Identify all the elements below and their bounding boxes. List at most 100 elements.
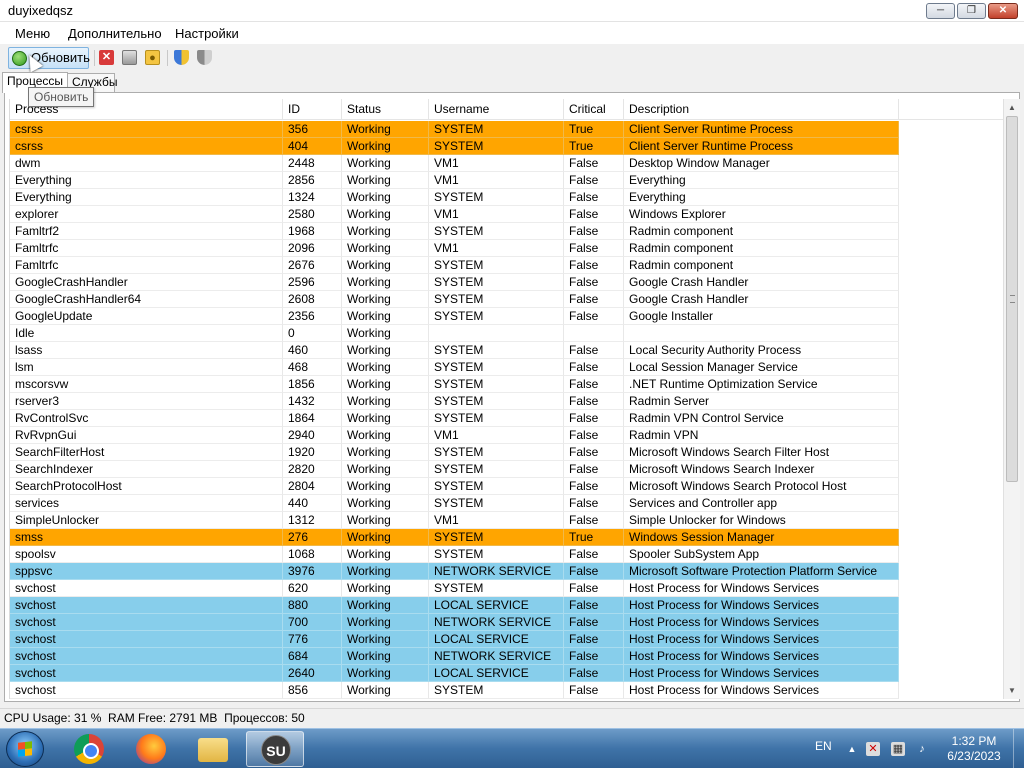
table-row[interactable]: SearchProtocolHost 2804 Working SYSTEM False… <box>10 478 1003 495</box>
table-row[interactable]: Everything 1324 Working SYSTEM False Everythi… <box>10 189 1003 206</box>
cell-username: SYSTEM <box>429 189 564 206</box>
close-icon: ✕ <box>998 5 1008 16</box>
table-row[interactable]: svchost 2640 Working LOCAL SERVICE False Host… <box>10 665 1003 682</box>
table-row[interactable]: sppsvc 3976 Working NETWORK SERVICE False Mic… <box>10 563 1003 580</box>
cell-id: 2096 <box>283 240 342 257</box>
table-row[interactable]: spoolsv 1068 Working SYSTEM False Spooler Sub… <box>10 546 1003 563</box>
table-row[interactable]: svchost 684 Working NETWORK SERVICE False Hos… <box>10 648 1003 665</box>
scroll-up-arrow-icon[interactable]: ▲ <box>1004 99 1020 116</box>
show-desktop-button[interactable] <box>1013 729 1024 768</box>
cell-id: 276 <box>283 529 342 546</box>
volume-muted-icon[interactable]: ♪ <box>915 742 929 756</box>
cell-username: SYSTEM <box>429 257 564 274</box>
clock[interactable]: 1:32 PM 6/23/2023 <box>938 734 1010 764</box>
start-button[interactable] <box>6 731 44 767</box>
table-row[interactable]: GoogleCrashHandler 2596 Working SYSTEM False… <box>10 274 1003 291</box>
table-row[interactable]: SimpleUnlocker 1312 Working VM1 False Simple … <box>10 512 1003 529</box>
refresh-tooltip: Обновить <box>28 87 95 107</box>
table-row[interactable]: lsass 460 Working SYSTEM False Local Security… <box>10 342 1003 359</box>
table-row[interactable]: Famltrfc 2676 Working SYSTEM False Radmin com… <box>10 257 1003 274</box>
cell-status: Working <box>342 342 429 359</box>
table-row[interactable]: mscorsvw 1856 Working SYSTEM False .NET Runti… <box>10 376 1003 393</box>
kill-process-icon[interactable]: ✕ <box>99 50 114 65</box>
cell-username: SYSTEM <box>429 461 564 478</box>
table-row[interactable]: SearchIndexer 2820 Working SYSTEM False Micro… <box>10 461 1003 478</box>
cell-username: SYSTEM <box>429 359 564 376</box>
table-row[interactable]: csrss 356 Working SYSTEM True Client Server R… <box>10 121 1003 138</box>
table-row[interactable]: lsm 468 Working SYSTEM False Local Session Ma… <box>10 359 1003 376</box>
table-row[interactable]: svchost 776 Working LOCAL SERVICE False Host … <box>10 631 1003 648</box>
cell-username <box>429 325 564 342</box>
cell-status: Working <box>342 240 429 257</box>
taskbar-firefox[interactable] <box>122 731 180 767</box>
action-center-icon[interactable]: ✕ <box>866 742 880 756</box>
cell-process: services <box>10 495 283 512</box>
cell-description: Spooler SubSystem App <box>624 546 899 563</box>
cell-process: Everything <box>10 189 283 206</box>
scrollbar-thumb[interactable] <box>1006 116 1018 482</box>
cell-critical: False <box>564 580 624 597</box>
table-row[interactable]: RvRvpnGui 2940 Working VM1 False Radmin VPN <box>10 427 1003 444</box>
cell-process: SearchIndexer <box>10 461 283 478</box>
table-header: Process ID Status Username Critical Desc… <box>10 99 1003 120</box>
menu-item-settings[interactable]: Настройки <box>175 26 239 41</box>
table-row[interactable]: RvControlSvc 1864 Working SYSTEM False Radmin… <box>10 410 1003 427</box>
table-row[interactable]: rserver3 1432 Working SYSTEM False Radmin Ser… <box>10 393 1003 410</box>
lock-icon[interactable]: ● <box>145 50 160 65</box>
table-row[interactable]: svchost 880 Working LOCAL SERVICE False Host … <box>10 597 1003 614</box>
close-button[interactable]: ✕ <box>988 3 1018 19</box>
language-indicator[interactable]: EN <box>815 739 832 753</box>
cell-status: Working <box>342 563 429 580</box>
table-row[interactable]: svchost 700 Working NETWORK SERVICE False Hos… <box>10 614 1003 631</box>
cell-process: GoogleCrashHandler <box>10 274 283 291</box>
taskbar-chrome[interactable] <box>60 731 118 767</box>
processes-panel: Process ID Status Username Critical Desc… <box>4 92 1020 702</box>
table-row[interactable]: dwm 2448 Working VM1 False Desktop Window Man… <box>10 155 1003 172</box>
taskbar-explorer[interactable] <box>184 731 242 767</box>
cell-id: 880 <box>283 597 342 614</box>
table-row[interactable]: csrss 404 Working SYSTEM True Client Server R… <box>10 138 1003 155</box>
tray-chevron-icon[interactable]: ▲ <box>845 742 859 756</box>
table-row[interactable]: Idle 0 Working <box>10 325 1003 342</box>
menu-item-menu[interactable]: Меню <box>15 26 50 41</box>
table-row[interactable]: explorer 2580 Working VM1 False Windows Explo… <box>10 206 1003 223</box>
window-icon[interactable] <box>122 50 137 65</box>
column-header-id[interactable]: ID <box>283 99 342 120</box>
cell-username: NETWORK SERVICE <box>429 563 564 580</box>
refresh-button[interactable]: Обновить <box>8 47 90 69</box>
cell-id: 468 <box>283 359 342 376</box>
cell-id: 440 <box>283 495 342 512</box>
cell-process: svchost <box>10 597 283 614</box>
table-row[interactable]: GoogleUpdate 2356 Working SYSTEM False Google… <box>10 308 1003 325</box>
table-row[interactable]: Everything 2856 Working VM1 False Everything <box>10 172 1003 189</box>
menu-item-extra[interactable]: Дополнительно <box>68 26 162 41</box>
maximize-button[interactable]: ❐ <box>957 3 986 19</box>
cell-status: Working <box>342 223 429 240</box>
table-row[interactable]: Famltrfc 2096 Working VM1 False Radmin compon… <box>10 240 1003 257</box>
cell-description: Simple Unlocker for Windows <box>624 512 899 529</box>
shield-gray-icon[interactable] <box>197 50 212 65</box>
network-icon[interactable]: ▦ <box>891 742 905 756</box>
column-header-username[interactable]: Username <box>429 99 564 120</box>
table-row[interactable]: services 440 Working SYSTEM False Services an… <box>10 495 1003 512</box>
shield-icon[interactable] <box>174 50 189 65</box>
column-header-critical[interactable]: Critical <box>564 99 624 120</box>
taskbar-app-su[interactable]: SU <box>246 731 304 767</box>
cell-username: LOCAL SERVICE <box>429 597 564 614</box>
table-row[interactable]: svchost 856 Working SYSTEM False Host Process… <box>10 682 1003 699</box>
table-row[interactable]: smss 276 Working SYSTEM True Windows Session … <box>10 529 1003 546</box>
column-header-status[interactable]: Status <box>342 99 429 120</box>
minimize-button[interactable]: ─ <box>926 3 955 19</box>
table-row[interactable]: svchost 620 Working SYSTEM False Host Process… <box>10 580 1003 597</box>
scroll-down-arrow-icon[interactable]: ▼ <box>1004 682 1020 699</box>
table-row[interactable]: SearchFilterHost 1920 Working SYSTEM False Mi… <box>10 444 1003 461</box>
column-header-description[interactable]: Description <box>624 99 899 120</box>
vertical-scrollbar[interactable]: ▲ ▼ <box>1003 99 1020 699</box>
cell-username: LOCAL SERVICE <box>429 631 564 648</box>
cell-process: Everything <box>10 172 283 189</box>
table-row[interactable]: GoogleCrashHandler64 2608 Working SYSTEM Fal… <box>10 291 1003 308</box>
cell-process: smss <box>10 529 283 546</box>
cell-id: 1432 <box>283 393 342 410</box>
table-row[interactable]: Famltrf2 1968 Working SYSTEM False Radmin com… <box>10 223 1003 240</box>
process-table: Process ID Status Username Critical Desc… <box>9 99 1003 699</box>
